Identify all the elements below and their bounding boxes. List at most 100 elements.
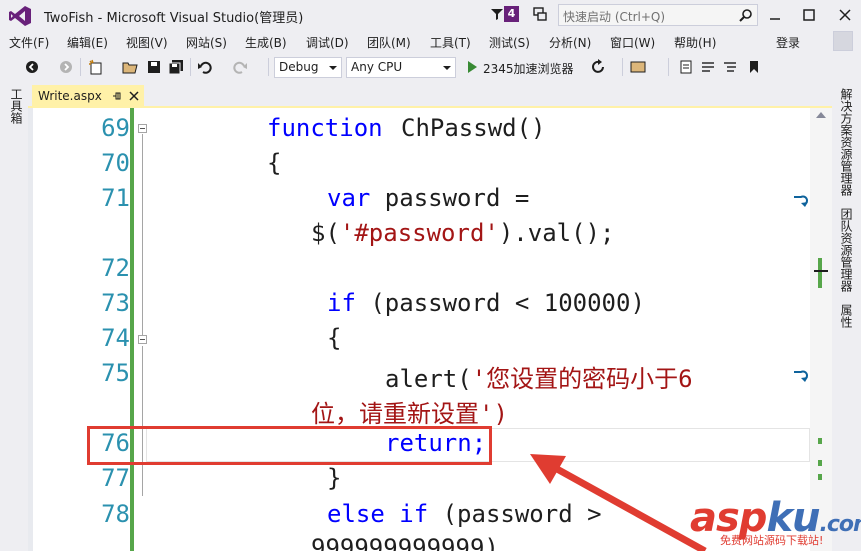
menu-debug[interactable]: 调试(D) (306, 34, 349, 51)
change-tracking-bar (130, 108, 134, 551)
properties-tab[interactable]: 属性 (838, 304, 855, 328)
line-number: 72 (101, 254, 130, 282)
code-wrapped-continuation: 位，请重新设置') (311, 400, 508, 428)
line-number: 73 (101, 289, 130, 317)
solution-explorer-tab[interactable]: 解决方案资源管理器 (838, 88, 855, 196)
toolbar-separator (80, 58, 81, 76)
run-target-label[interactable]: 2345加速浏览器 (483, 60, 574, 77)
bookmark-icon[interactable] (746, 59, 762, 75)
right-tool-strip: 解决方案资源管理器 团队资源管理器 属性 (832, 82, 861, 551)
code-line: { (327, 324, 342, 352)
save-icon[interactable] (146, 59, 162, 75)
document-icon[interactable] (678, 59, 694, 75)
minimize-icon[interactable] (764, 4, 786, 26)
watermark-logo-com: .com (819, 512, 861, 537)
chevron-down-icon (329, 66, 337, 70)
vertical-scrollbar[interactable] (810, 108, 832, 551)
collapse-toggle[interactable] (138, 124, 147, 133)
solution-config-value: Debug (279, 60, 319, 74)
toolbar-separator (268, 58, 269, 76)
menu-file[interactable]: 文件(F) (9, 34, 49, 51)
outline-guide (142, 346, 143, 496)
toolbox-tab[interactable]: 工具箱 (8, 88, 25, 124)
sign-in-link[interactable]: 登录 (776, 34, 800, 51)
code-function-signature: ChPasswd() (401, 114, 546, 142)
document-tab-bar: Write.aspx (28, 82, 832, 108)
close-icon[interactable] (128, 90, 140, 102)
outline-guide (142, 134, 143, 338)
team-explorer-tab[interactable]: 团队资源管理器 (838, 208, 855, 292)
scroll-caret-marker (814, 270, 828, 272)
filter-icon[interactable] (490, 7, 504, 21)
comment-icon[interactable] (700, 59, 716, 75)
toolbar-separator (190, 58, 191, 76)
maximize-icon[interactable] (798, 4, 820, 26)
menu-team[interactable]: 团队(M) (367, 34, 411, 51)
collapse-toggle[interactable] (138, 335, 147, 344)
menu-build[interactable]: 生成(B) (245, 34, 287, 51)
start-debugging-icon[interactable] (464, 59, 480, 75)
tab-label: Write.aspx (38, 89, 102, 103)
scroll-up-icon[interactable] (816, 112, 826, 118)
forward-icon[interactable] (58, 59, 74, 75)
line-number: 71 (101, 184, 130, 212)
scroll-change-marker (818, 438, 822, 444)
refresh-icon[interactable] (590, 59, 606, 75)
menu-view[interactable]: 视图(V) (126, 34, 168, 51)
notification-badge[interactable]: 4 (504, 6, 519, 22)
code-var-declaration: var password = (327, 184, 530, 212)
solution-platform-dropdown[interactable]: Any CPU (346, 57, 456, 78)
line-number: 74 (101, 324, 130, 352)
user-avatar-icon[interactable] (833, 31, 853, 51)
search-icon (739, 9, 752, 22)
chevron-down-icon (443, 66, 451, 70)
scroll-change-marker (818, 258, 822, 288)
code-wrapped-continuation: 999999999999) (311, 534, 499, 551)
menu-help[interactable]: 帮助(H) (674, 34, 716, 51)
line-number: 78 (101, 500, 130, 528)
uncomment-icon[interactable] (722, 59, 738, 75)
line-number: 77 (101, 464, 130, 492)
window-title: TwoFish - Microsoft Visual Studio(管理员) (44, 11, 304, 26)
toolbar-separator (668, 58, 669, 76)
title-bar: TwoFish - Microsoft Visual Studio(管理员) 4… (0, 0, 861, 31)
toolbar-separator (622, 58, 623, 76)
browser-link-icon[interactable] (630, 59, 646, 75)
menu-website[interactable]: 网站(S) (186, 34, 227, 51)
code-if-statement: if (password < 100000) (327, 289, 645, 317)
menu-window[interactable]: 窗口(W) (610, 34, 655, 51)
menu-analyze[interactable]: 分析(N) (549, 34, 591, 51)
pin-icon[interactable] (112, 91, 122, 101)
annotation-arrow-icon (530, 454, 707, 551)
standard-toolbar: Debug Any CPU 2345加速浏览器 (0, 53, 861, 82)
menu-bar: 文件(F) 编辑(E) 视图(V) 网站(S) 生成(B) 调试(D) 团队(M… (0, 31, 861, 53)
menu-test[interactable]: 测试(S) (489, 34, 530, 51)
left-tool-strip: 工具箱 (0, 82, 28, 551)
undo-icon[interactable] (197, 59, 213, 75)
line-number: 75 (101, 359, 130, 387)
scroll-change-marker (818, 460, 822, 466)
menu-tools[interactable]: 工具(T) (430, 34, 471, 51)
solution-config-dropdown[interactable]: Debug (274, 57, 342, 78)
tab-write-aspx[interactable]: Write.aspx (32, 85, 144, 108)
menu-edit[interactable]: 编辑(E) (67, 34, 108, 51)
new-project-icon[interactable] (88, 59, 104, 75)
word-wrap-icon (794, 370, 808, 382)
watermark: aspku.com 免费网站源码下载站! (690, 495, 861, 551)
save-all-icon[interactable] (168, 59, 184, 75)
redo-icon[interactable] (232, 59, 248, 75)
word-wrap-icon (794, 195, 808, 207)
open-folder-icon[interactable] (122, 59, 138, 75)
quick-launch-input[interactable]: 快速启动 (Ctrl+Q) (558, 4, 758, 26)
visual-studio-logo-icon (9, 6, 31, 26)
watermark-subtitle: 免费网站源码下载站! (720, 534, 824, 547)
line-number: 70 (101, 149, 130, 177)
close-icon[interactable] (834, 4, 856, 26)
feedback-icon[interactable] (532, 6, 548, 22)
line-number: 69 (101, 114, 130, 142)
back-icon[interactable] (24, 59, 40, 75)
annotation-highlight-box (87, 426, 492, 465)
code-line: { (267, 149, 282, 177)
code-wrapped-continuation: $('#password').val(); (311, 219, 615, 247)
vs-window: TwoFish - Microsoft Visual Studio(管理员) 4… (0, 0, 861, 551)
